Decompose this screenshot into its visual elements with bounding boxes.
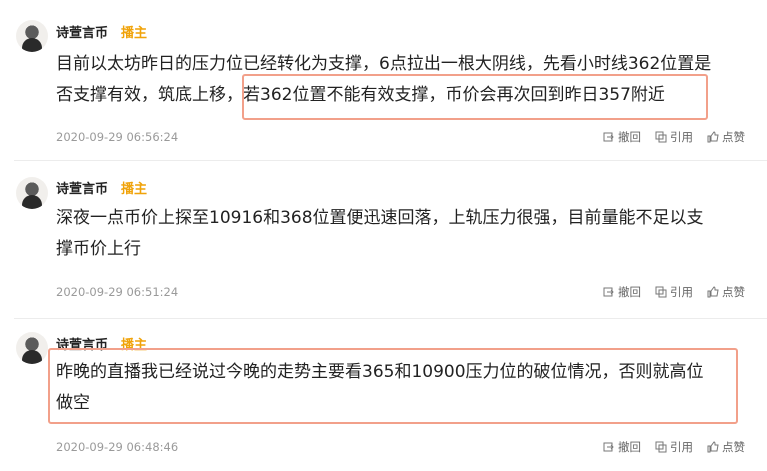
- withdraw-icon: [603, 132, 614, 142]
- post-content: 深夜一点币价上探至10916和368位置便迅速回落，上轨压力很强，目前量能不足以…: [56, 203, 756, 265]
- author-name[interactable]: 诗萱言币: [56, 22, 108, 41]
- avatar[interactable]: [16, 332, 48, 364]
- timestamp: 2020-09-29 06:48:46: [56, 440, 179, 454]
- like-button[interactable]: 点赞: [707, 439, 745, 455]
- role-badge: 播主: [121, 26, 148, 41]
- withdraw-icon: [603, 442, 614, 452]
- like-icon: [707, 441, 719, 453]
- timestamp: 2020-09-29 06:56:24: [56, 130, 179, 144]
- role-badge: 播主: [121, 182, 148, 197]
- like-button[interactable]: 点赞: [707, 284, 745, 300]
- avatar[interactable]: [16, 20, 48, 52]
- withdraw-button[interactable]: 撤回: [603, 439, 641, 455]
- avatar[interactable]: [16, 177, 48, 209]
- post-actions: 撤回 引用 点赞: [603, 439, 745, 455]
- withdraw-button[interactable]: 撤回: [603, 284, 641, 300]
- quote-icon: [655, 441, 667, 453]
- timestamp: 2020-09-29 06:51:24: [56, 285, 179, 299]
- post-actions: 撤回 引用 点赞: [603, 284, 745, 300]
- highlight-box: [48, 348, 738, 424]
- quote-icon: [655, 286, 667, 298]
- quote-button[interactable]: 引用: [655, 129, 693, 145]
- withdraw-button[interactable]: 撤回: [603, 129, 641, 145]
- quote-button[interactable]: 引用: [655, 284, 693, 300]
- author-name[interactable]: 诗萱言币: [56, 178, 108, 197]
- withdraw-icon: [603, 287, 614, 297]
- divider: [14, 318, 767, 319]
- divider: [14, 160, 767, 161]
- quote-icon: [655, 131, 667, 143]
- like-button[interactable]: 点赞: [707, 129, 745, 145]
- like-icon: [707, 286, 719, 298]
- post-text-line: 撑币价上行: [56, 239, 141, 259]
- post-actions: 撤回 引用 点赞: [603, 129, 745, 145]
- like-icon: [707, 131, 719, 143]
- highlight-box: [242, 74, 708, 120]
- post-text-line: 深夜一点币价上探至10916和368位置便迅速回落，上轨压力很强，目前量能不足以…: [56, 208, 704, 228]
- quote-button[interactable]: 引用: [655, 439, 693, 455]
